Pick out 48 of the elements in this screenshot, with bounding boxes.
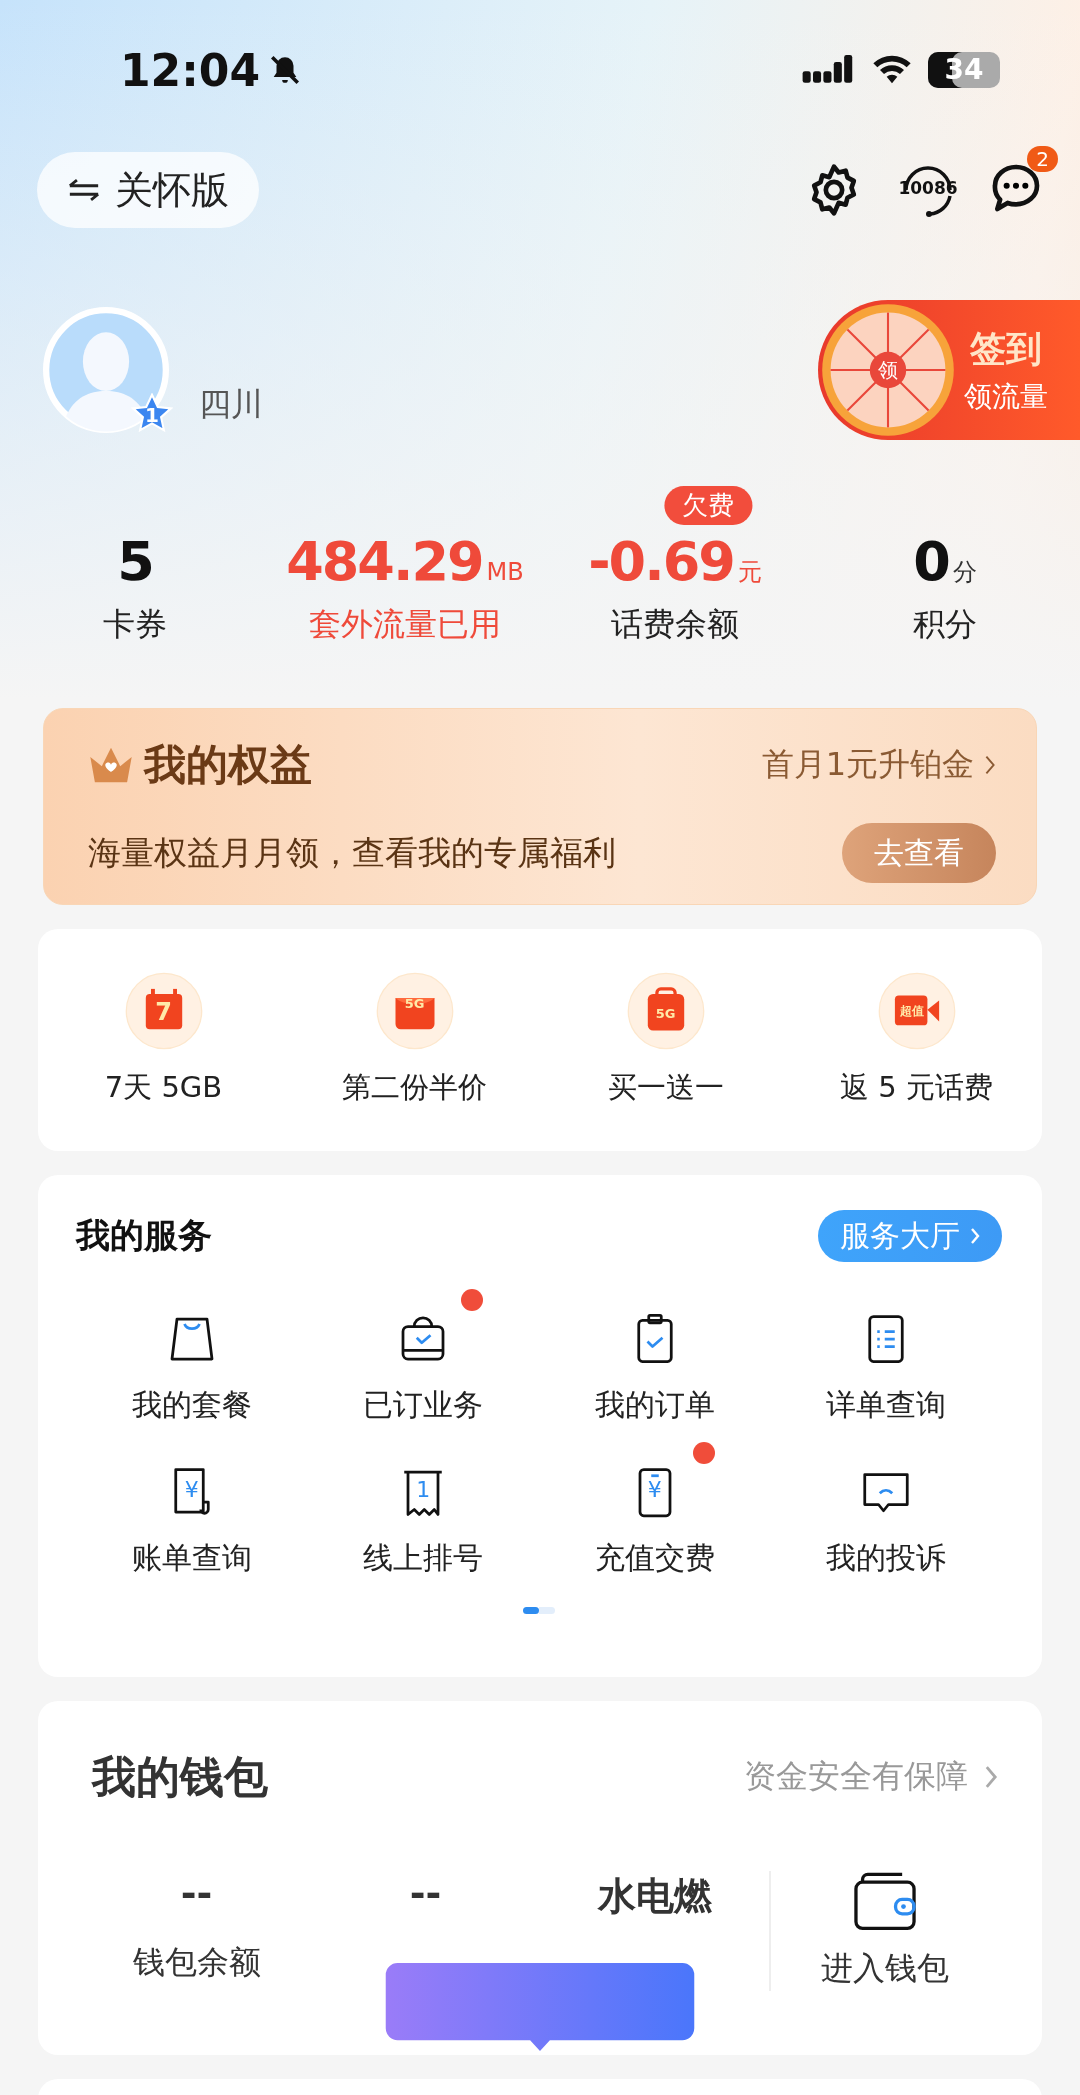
- service-item[interactable]: 1 线上排号: [363, 1462, 484, 1579]
- sign-in-subtitle: 领流量: [964, 378, 1048, 415]
- enter-wallet-button[interactable]: 进入钱包: [769, 1871, 998, 1991]
- promo-item[interactable]: 超值 返 5 元话费: [791, 972, 1042, 1108]
- benefits-description: 海量权益月月领，查看我的专属福利: [88, 831, 616, 874]
- pouch-icon: 5G: [375, 972, 454, 1050]
- chevron-icon: [970, 1227, 980, 1245]
- wallet-icon: [851, 1871, 918, 1933]
- benefits-card[interactable]: 我的权益 首月1元升铂金 海量权益月月领，查看我的专属福利 去查看: [43, 708, 1037, 905]
- services-title: 我的服务: [76, 1214, 212, 1257]
- wifi-icon: [872, 55, 912, 85]
- message-badge: 2: [1027, 146, 1058, 172]
- service-item[interactable]: ¥ 账单查询: [131, 1462, 252, 1579]
- stat-label: 话费余额: [611, 604, 739, 645]
- calendar-icon: 7: [124, 972, 203, 1050]
- service-item[interactable]: ¥ 充值交费: [594, 1462, 715, 1579]
- promo-item[interactable]: 5G 第二份半价: [289, 972, 540, 1108]
- upgrade-link[interactable]: 首月1元升铂金: [761, 743, 974, 787]
- bag-icon: 5G: [626, 972, 705, 1050]
- stat-label: 卡券: [103, 604, 167, 645]
- service-item[interactable]: 我的订单: [594, 1309, 715, 1426]
- service-item[interactable]: 详单查询: [826, 1309, 947, 1426]
- stat-value[interactable]: 5: [117, 530, 153, 593]
- sign-in-title: 签到: [970, 326, 1042, 371]
- promo-item[interactable]: 5G 买一送一: [540, 972, 791, 1108]
- care-mode-button[interactable]: 关怀版: [37, 152, 259, 228]
- level-star-badge: 1: [131, 393, 173, 435]
- stat-label: 套外流量已用: [309, 604, 501, 645]
- swap-icon: [67, 178, 101, 202]
- promo-item[interactable]: 7 7天 5GB: [38, 972, 289, 1108]
- arrears-badge: 欠费: [664, 486, 753, 525]
- benefits-title: 我的权益: [144, 739, 312, 791]
- status-time: 12:04: [120, 44, 261, 96]
- wallet-title: 我的钱包: [90, 1749, 268, 1804]
- wallet-value[interactable]: --: [409, 1871, 442, 1925]
- wallet-label: 钱包余额: [132, 1942, 261, 1983]
- region-label: 四川: [199, 384, 263, 425]
- chevron-icon: [984, 754, 996, 776]
- service-item[interactable]: 我的套餐: [131, 1309, 252, 1426]
- video-icon: 超值: [877, 972, 956, 1050]
- stat-label: 积分: [913, 604, 977, 645]
- service-item[interactable]: 已订业务: [363, 1309, 484, 1426]
- sign-in-banner[interactable]: 领 签到 领流量: [818, 300, 1080, 440]
- wallet-value[interactable]: 水电燃: [597, 1871, 712, 1925]
- wallet-value[interactable]: --: [180, 1871, 213, 1925]
- stat-value[interactable]: 0分: [913, 530, 977, 593]
- service-item[interactable]: 我的投诉: [826, 1462, 947, 1579]
- chevron-icon: [984, 1764, 998, 1790]
